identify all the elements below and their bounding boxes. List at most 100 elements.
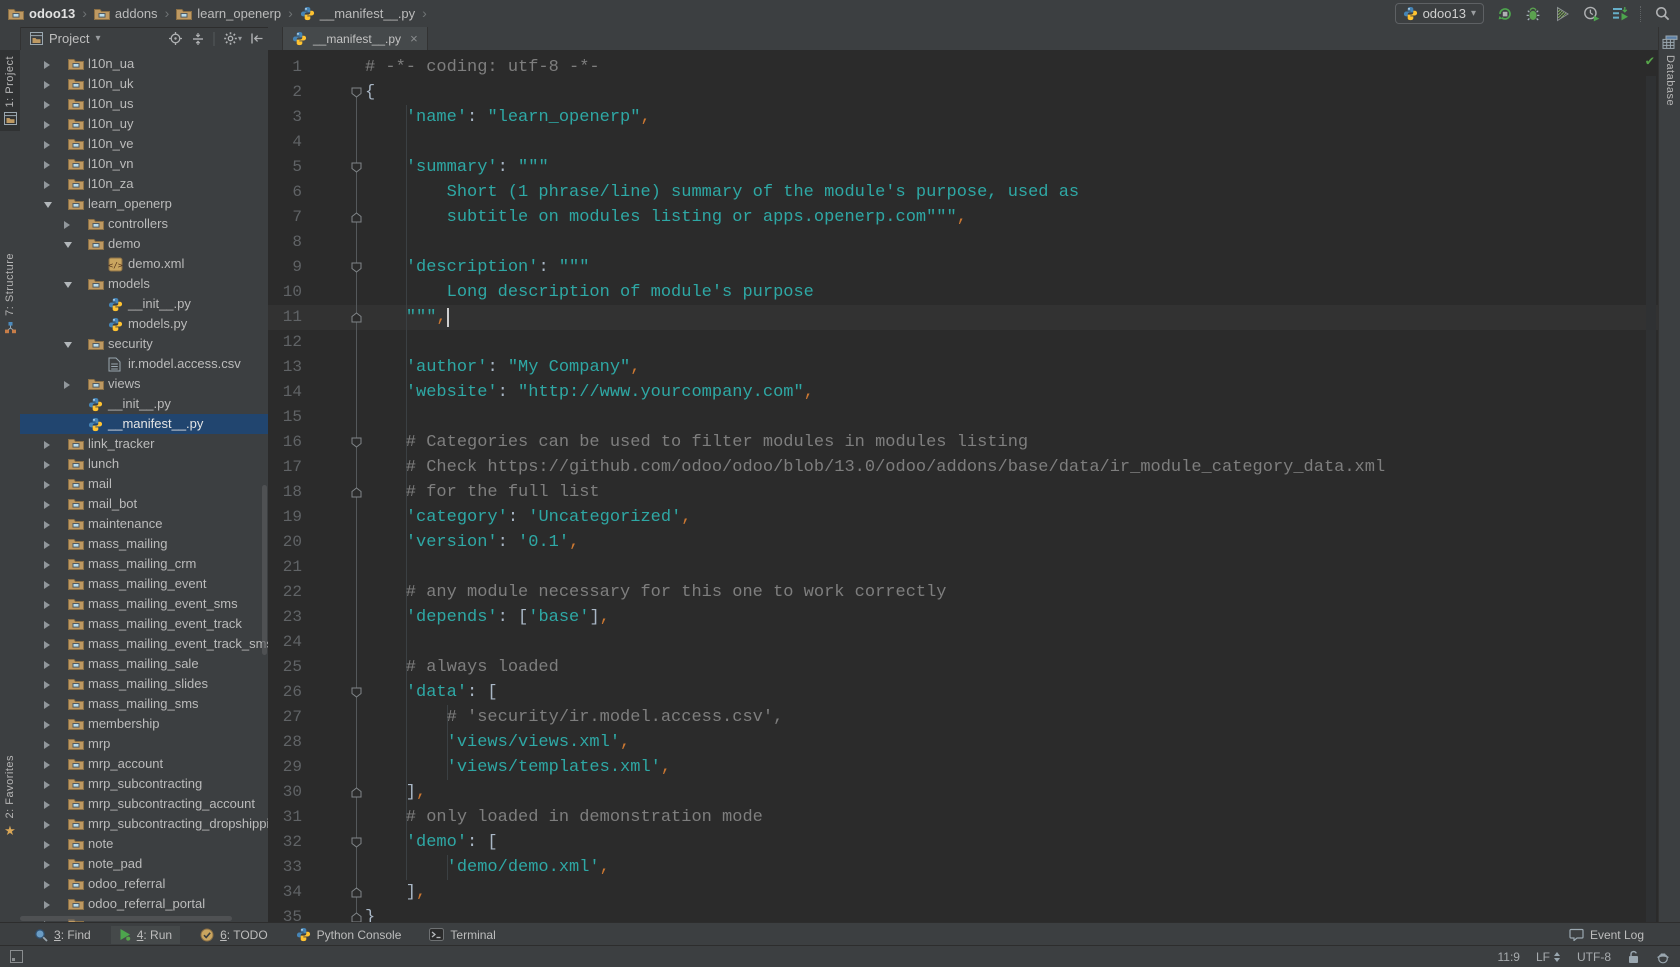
chevron-right-icon[interactable] [44, 521, 50, 529]
tree-item-mass-mailing[interactable]: mass_mailing [20, 534, 268, 554]
toolwindow-button-todo[interactable]: 6: TODO [192, 926, 276, 944]
chevron-down-icon[interactable] [44, 202, 52, 208]
tree-item-mrp[interactable]: mrp [20, 734, 268, 754]
fold-end-icon[interactable] [351, 312, 362, 323]
code-line-19[interactable]: 'category': 'Uncategorized', [365, 505, 692, 530]
toolwindow-button-run[interactable]: 4: Run [110, 925, 181, 944]
chevron-right-icon[interactable] [44, 721, 50, 729]
chevron-right-icon[interactable] [44, 81, 50, 89]
tree-item-l10n-uy[interactable]: l10n_uy [20, 114, 268, 134]
chevron-right-icon[interactable] [44, 821, 50, 829]
chevron-right-icon[interactable] [44, 181, 50, 189]
tree-item-mass-mailing-event-sms[interactable]: mass_mailing_event_sms [20, 594, 268, 614]
fold-start-icon[interactable] [351, 262, 362, 273]
tree-item-l10n-uk[interactable]: l10n_uk [20, 74, 268, 94]
chevron-right-icon[interactable] [44, 801, 50, 809]
tree-item-models-py[interactable]: models.py [20, 314, 268, 334]
code-line-27[interactable]: # 'security/ir.model.access.csv', [365, 705, 784, 730]
tree-item--manifest-py[interactable]: __manifest__.py [20, 414, 268, 434]
settings-button[interactable]: ▾ [223, 31, 242, 46]
toolwindow-button-python-console[interactable]: Python Console [288, 925, 410, 944]
tree-item-l10n-ua[interactable]: l10n_ua [20, 54, 268, 74]
tree-item-odoo-referral[interactable]: odoo_referral [20, 874, 268, 894]
tree-item-mrp-account[interactable]: mrp_account [20, 754, 268, 774]
tree-item-mrp-subcontracting[interactable]: mrp_subcontracting [20, 774, 268, 794]
stripe-button-database[interactable]: Database [1659, 35, 1680, 106]
tree-item-models[interactable]: models [20, 274, 268, 294]
event-log-button[interactable]: Event Log [1569, 923, 1644, 946]
tree-vertical-scrollbar[interactable] [262, 485, 267, 655]
tree-item-membership[interactable]: membership [20, 714, 268, 734]
tree-item-maintenance[interactable]: maintenance [20, 514, 268, 534]
code-line-11[interactable]: """, [365, 305, 447, 330]
tree-item-mail-bot[interactable]: mail_bot [20, 494, 268, 514]
code-line-10[interactable]: Long description of module's purpose [365, 280, 814, 305]
collapse-all-button[interactable] [191, 32, 205, 46]
fold-end-icon[interactable] [351, 887, 362, 898]
inspections-ok-icon[interactable]: ✔ [1646, 53, 1654, 70]
rerun-button[interactable] [1494, 4, 1514, 24]
tree-item-mass-mailing-crm[interactable]: mass_mailing_crm [20, 554, 268, 574]
code-line-17[interactable]: # Check https://github.com/odoo/odoo/blo… [365, 455, 1385, 480]
status-file-encoding[interactable]: UTF-8 [1577, 950, 1611, 964]
fold-start-icon[interactable] [351, 687, 362, 698]
chevron-right-icon[interactable] [44, 621, 50, 629]
code-line-5[interactable]: 'summary': """ [365, 155, 549, 180]
tree-item-l10n-vn[interactable]: l10n_vn [20, 154, 268, 174]
tree-item-mass-mailing-event-track[interactable]: mass_mailing_event_track [20, 614, 268, 634]
tree-item-controllers[interactable]: controllers [20, 214, 268, 234]
chevron-down-icon[interactable] [64, 282, 72, 288]
code-line-1[interactable]: # -*- coding: utf-8 -*- [365, 55, 600, 80]
code-line-13[interactable]: 'author': "My Company", [365, 355, 641, 380]
chevron-right-icon[interactable] [44, 441, 50, 449]
chevron-right-icon[interactable] [64, 381, 70, 389]
code-line-3[interactable]: 'name': "learn_openerp", [365, 105, 651, 130]
code-line-33[interactable]: 'demo/demo.xml', [365, 855, 610, 880]
chevron-right-icon[interactable] [44, 841, 50, 849]
chevron-right-icon[interactable] [64, 221, 70, 229]
breadcrumb-item-learn-openerp[interactable]: learn_openerp [176, 6, 281, 21]
tree-item-mail[interactable]: mail [20, 474, 268, 494]
breadcrumb-item--manifest-py[interactable]: __manifest__.py [300, 6, 415, 21]
toolwindow-button-find[interactable]: 3: Find [26, 926, 99, 944]
status-file-lock[interactable] [1627, 950, 1640, 964]
code-line-32[interactable]: 'demo': [ [365, 830, 498, 855]
tree-horizontal-scrollbar[interactable] [20, 916, 232, 921]
code-line-2[interactable]: { [365, 80, 375, 105]
run-configuration-select[interactable]: odoo13 ▾ [1394, 3, 1484, 24]
profile-button[interactable] [1581, 4, 1601, 24]
chevron-right-icon[interactable] [44, 701, 50, 709]
tree-item-l10n-ve[interactable]: l10n_ve [20, 134, 268, 154]
tree-item-views[interactable]: views [20, 374, 268, 394]
chevron-right-icon[interactable] [44, 541, 50, 549]
toolwindow-button-terminal[interactable]: Terminal [421, 926, 503, 944]
code-line-20[interactable]: 'version': '0.1', [365, 530, 579, 555]
chevron-right-icon[interactable] [44, 121, 50, 129]
code-line-25[interactable]: # always loaded [365, 655, 559, 680]
chevron-right-icon[interactable] [44, 901, 50, 909]
locate-button[interactable] [168, 31, 183, 46]
status-caret-position[interactable]: 11:9 [1498, 950, 1520, 964]
tree-item-mass-mailing-sale[interactable]: mass_mailing_sale [20, 654, 268, 674]
chevron-right-icon[interactable] [44, 561, 50, 569]
code-line-26[interactable]: 'data': [ [365, 680, 498, 705]
code-line-30[interactable]: ], [365, 780, 426, 805]
code-line-9[interactable]: 'description': """ [365, 255, 590, 280]
chevron-right-icon[interactable] [44, 581, 50, 589]
tree-item-note[interactable]: note [20, 834, 268, 854]
tree-item-security[interactable]: security [20, 334, 268, 354]
error-stripe[interactable] [1646, 76, 1656, 922]
search-everywhere-button[interactable] [1652, 4, 1672, 24]
tree-item-lunch[interactable]: lunch [20, 454, 268, 474]
stripe-button-7-structure[interactable]: 7: Structure [0, 253, 20, 334]
chevron-right-icon[interactable] [44, 61, 50, 69]
hide-panel-button[interactable] [250, 32, 264, 45]
chevron-right-icon[interactable] [44, 861, 50, 869]
code-line-14[interactable]: 'website': "http://www.yourcompany.com", [365, 380, 814, 405]
code-line-29[interactable]: 'views/templates.xml', [365, 755, 671, 780]
tree-item-learn-openerp[interactable]: learn_openerp [20, 194, 268, 214]
fold-end-icon[interactable] [351, 912, 362, 922]
chevron-down-icon[interactable] [64, 342, 72, 348]
fold-start-icon[interactable] [351, 837, 362, 848]
code-line-35[interactable]: } [365, 905, 375, 922]
